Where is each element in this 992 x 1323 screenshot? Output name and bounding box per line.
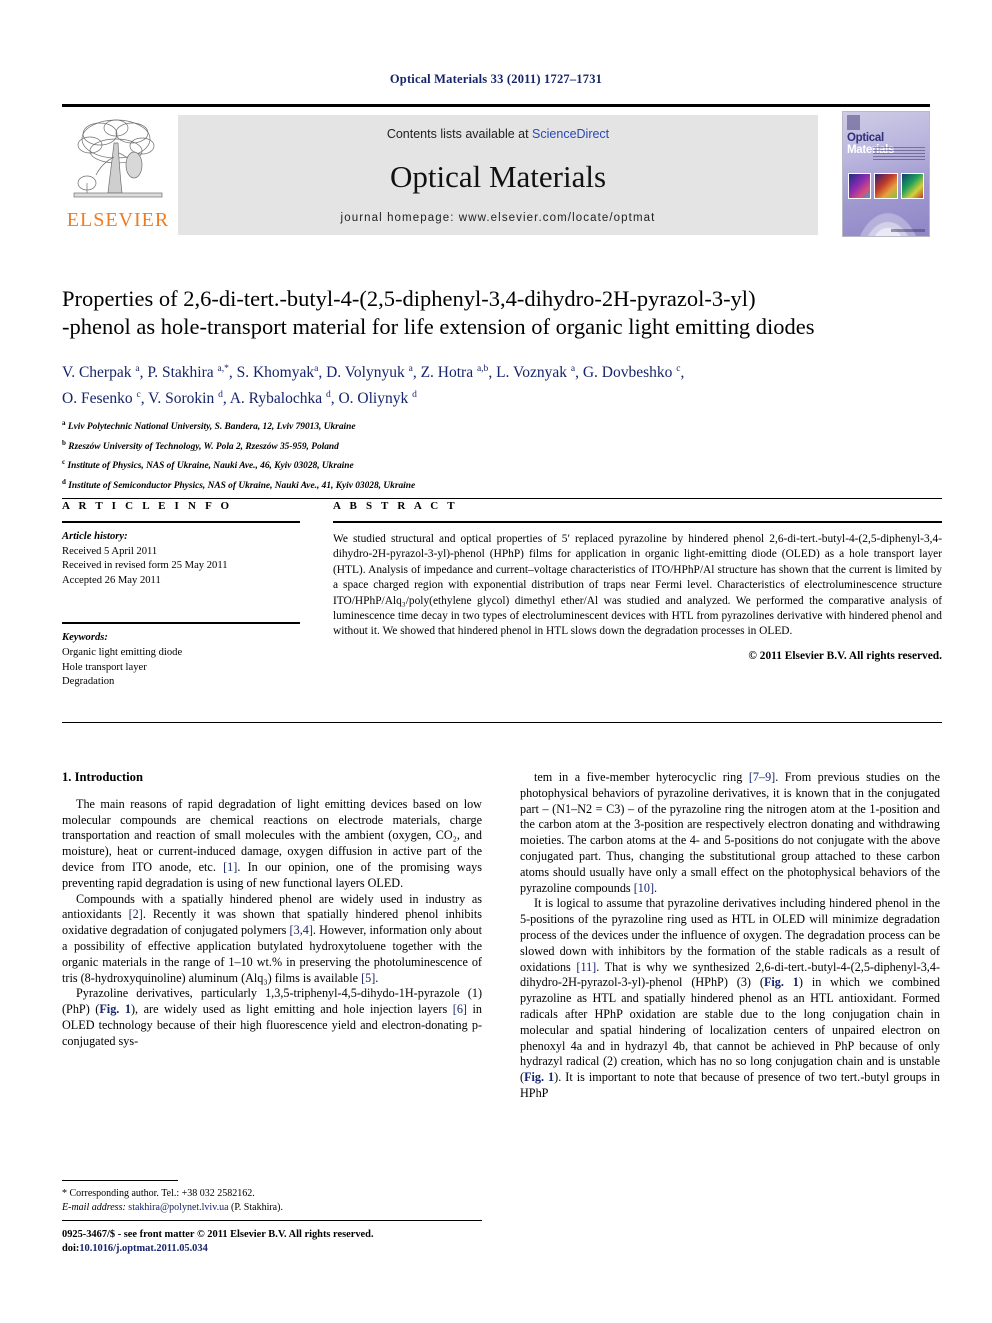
email-link[interactable]: stakhira@polynet.lviv.ua bbox=[128, 1202, 228, 1213]
paper-page: Optical Materials 33 (2011) 1727–1731 EL… bbox=[0, 0, 992, 1323]
sciencedirect-link[interactable]: ScienceDirect bbox=[532, 127, 609, 141]
elsevier-wordmark: ELSEVIER bbox=[66, 209, 170, 231]
contents-available-line: Contents lists available at ScienceDirec… bbox=[178, 127, 818, 141]
body-paragraph: tem in a five-member hyterocyclic ring [… bbox=[520, 770, 940, 895]
cover-image-1 bbox=[848, 173, 872, 199]
affiliation-list: a Lviv Polytechnic National University, … bbox=[62, 416, 942, 495]
keyword-item: Degradation bbox=[62, 676, 115, 688]
abstract-rule bbox=[333, 521, 942, 523]
email-line: E-mail address: stakhira@polynet.lviv.ua… bbox=[62, 1201, 482, 1215]
info-abstract-region: A R T I C L E I N F O Article history: R… bbox=[62, 500, 942, 710]
doi-link[interactable]: 10.1016/j.optmat.2011.05.034 bbox=[79, 1243, 207, 1254]
elsevier-logo: ELSEVIER bbox=[62, 113, 174, 235]
keywords-rule bbox=[62, 622, 300, 625]
author-list: V. Cherpak a, P. Stakhira a,*, S. Khomya… bbox=[62, 358, 942, 410]
section-heading-introduction: 1. Introduction bbox=[62, 770, 143, 784]
journal-title: Optical Materials bbox=[389, 159, 607, 194]
cover-image-3 bbox=[900, 173, 924, 199]
cover-image-strip bbox=[848, 173, 924, 199]
body-paragraph: Pyrazoline derivatives, particularly 1,3… bbox=[62, 986, 482, 1048]
title-line-2: -phenol as hole-transport material for l… bbox=[62, 314, 815, 339]
abstract-bottom-rule bbox=[62, 722, 942, 723]
body-column-right: tem in a five-member hyterocyclic ring [… bbox=[520, 770, 940, 1102]
keywords-label: Keywords: bbox=[62, 632, 108, 644]
body-paragraph: The main reasons of rapid degradation of… bbox=[62, 796, 482, 890]
cover-subtitle-lines bbox=[873, 147, 925, 160]
article-history: Article history: Received 5 April 2011 R… bbox=[62, 530, 300, 588]
cover-elsevier-mark bbox=[847, 115, 860, 130]
keyword-item: Hole transport layer bbox=[62, 661, 147, 673]
article-history-label: Article history: bbox=[62, 531, 128, 542]
affiliation-item: d Institute of Semiconductor Physics, NA… bbox=[62, 477, 416, 491]
doi-line: doi:10.1016/j.optmat.2011.05.034 bbox=[62, 1242, 942, 1256]
body-paragraph: It is logical to assume that pyrazoline … bbox=[520, 896, 941, 1100]
keyword-item: Organic light emitting diode bbox=[62, 646, 183, 658]
issn-line: 0925-3467/$ - see front matter © 2011 El… bbox=[62, 1229, 374, 1240]
affiliation-item: b Rzeszów University of Technology, W. P… bbox=[62, 438, 339, 452]
journal-homepage-link[interactable]: journal homepage: www.elsevier.com/locat… bbox=[178, 212, 818, 224]
abstract-heading: A B S T R A C T bbox=[333, 500, 458, 512]
article-info-heading: A R T I C L E I N F O bbox=[62, 500, 233, 512]
running-head: Optical Materials 33 (2011) 1727–1731 bbox=[389, 72, 603, 86]
affiliation-item: a Lviv Polytechnic National University, … bbox=[62, 419, 356, 433]
affiliation-item: c Institute of Physics, NAS of Ukraine, … bbox=[62, 458, 354, 472]
history-item: Received 5 April 2011 bbox=[62, 545, 158, 557]
journal-cover-thumbnail: Optical Materials bbox=[842, 111, 930, 237]
abstract-copyright: © 2011 Elsevier B.V. All rights reserved… bbox=[748, 649, 942, 662]
cover-footer-mark bbox=[891, 229, 925, 232]
article-info-rule bbox=[62, 521, 300, 523]
elsevier-tree-icon bbox=[70, 113, 166, 205]
journal-banner: Contents lists available at ScienceDirec… bbox=[178, 115, 818, 235]
article-info-column: A R T I C L E I N F O Article history: R… bbox=[62, 500, 300, 690]
email-owner: (P. Stakhira). bbox=[231, 1202, 283, 1213]
doi-prefix: doi: bbox=[62, 1243, 80, 1254]
page-footer: 0925-3467/$ - see front matter © 2011 El… bbox=[62, 1228, 942, 1256]
author-line-2: O. Fesenko c, V. Sorokin d, A. Rybalochk… bbox=[62, 390, 417, 408]
journal-masthead: ELSEVIER Contents lists available at Sci… bbox=[62, 104, 930, 237]
footnote-rule bbox=[62, 1180, 178, 1181]
email-label: E-mail address: bbox=[62, 1202, 126, 1213]
contents-prefix: Contents lists available at bbox=[386, 127, 533, 141]
author-line-1: V. Cherpak a, P. Stakhira a,*, S. Khomya… bbox=[62, 364, 685, 382]
keywords-block: Keywords: Organic light emitting diode H… bbox=[62, 631, 300, 689]
corresponding-author-line: * Corresponding author. Tel.: +38 032 25… bbox=[62, 1188, 255, 1199]
cover-title-word1: Optical bbox=[847, 132, 884, 144]
corresponding-author-note: * Corresponding author. Tel.: +38 032 25… bbox=[62, 1180, 482, 1215]
body-column-left: 1. Introduction The main reasons of rapi… bbox=[62, 770, 482, 1050]
history-item: Received in revised form 25 May 2011 bbox=[62, 560, 228, 572]
page-title: Properties of 2,6-di-tert.-butyl-4-(2,5-… bbox=[62, 285, 942, 341]
title-line-1: Properties of 2,6-di-tert.-butyl-4-(2,5-… bbox=[62, 286, 756, 311]
body-paragraph: Compounds with a spatially hindered phen… bbox=[62, 891, 483, 985]
abstract-column: A B S T R A C T We studied structural an… bbox=[333, 500, 942, 662]
abstract-body: We studied structural and optical proper… bbox=[333, 533, 942, 638]
footer-rule bbox=[62, 1220, 482, 1221]
info-top-rule bbox=[62, 498, 942, 499]
history-item: Accepted 26 May 2011 bbox=[62, 574, 161, 586]
cover-image-2 bbox=[874, 173, 898, 199]
